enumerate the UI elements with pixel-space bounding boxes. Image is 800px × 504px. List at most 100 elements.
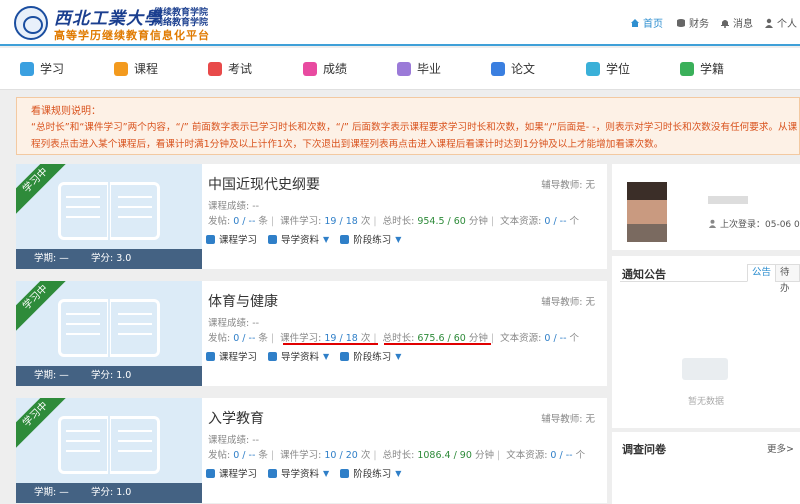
course-learn-button[interactable]: 课程学习	[206, 466, 257, 480]
score-icon	[303, 61, 317, 76]
stage-practice-label: 阶段练习	[353, 469, 392, 480]
last-login: 上次登录：05-06 09:00	[708, 217, 800, 230]
courseware-highlight-underline	[283, 343, 378, 345]
course-icon	[114, 61, 128, 76]
course-thumbnail[interactable]: 学习中 学期: — 学分: 1.0	[16, 281, 202, 386]
menu-item-score[interactable]: 成绩	[303, 60, 347, 77]
course-learn-button[interactable]: 课程学习	[206, 232, 257, 246]
course-card: 学习中 学期: — 学分: 3.0 中国近现代史纲要 辅导教师: 无 课程成绩:…	[16, 164, 607, 269]
platform-name: 高等学历继续教育信息化平台	[54, 29, 210, 42]
stage-practice-dropdown[interactable]: 阶段练习 ▼	[340, 232, 401, 246]
survey-more-link[interactable]: 更多>	[767, 441, 794, 455]
menu-item-exam-label: 考试	[228, 62, 253, 76]
chevron-down-icon: ▼	[323, 351, 330, 361]
nav-finance[interactable]: 财务	[676, 15, 709, 30]
menu-item-paper[interactable]: 论文	[491, 60, 535, 77]
nav-messages-label: 消息	[733, 19, 753, 30]
course-score: 课程成绩: --	[208, 318, 260, 329]
course-title[interactable]: 入学教育	[208, 408, 264, 428]
text-resource-value: 0 / --	[544, 216, 567, 227]
main-menu: 学习 课程 考试 成绩 毕业 论文 学位 学籍	[0, 48, 800, 90]
course-actions: 课程学习 导学资料 ▼ 阶段练习 ▼	[206, 349, 401, 363]
posts-unit: 条	[258, 333, 268, 344]
stage-practice-dropdown[interactable]: 阶段练习 ▼	[340, 466, 401, 480]
course-thumbnail[interactable]: 学习中 学期: — 学分: 3.0	[16, 164, 202, 269]
nav-finance-label: 财务	[689, 19, 709, 30]
courseware-value: 10 / 20	[324, 450, 358, 461]
menu-item-course[interactable]: 课程	[114, 60, 158, 77]
course-teacher: 辅导教师: 无	[541, 414, 595, 425]
course-meta-bar: 学期: — 学分: 1.0	[16, 366, 202, 386]
tab-announcements[interactable]: 公告	[747, 264, 777, 282]
course-card: 学习中 学期: — 学分: 1.0 入学教育 辅导教师: 无 课程成绩: -- …	[16, 398, 607, 503]
guide-materials-dropdown[interactable]: 导学资料 ▼	[268, 349, 329, 363]
chevron-down-icon: ▼	[395, 468, 402, 478]
empty-state-text: 暂无数据	[688, 397, 725, 407]
document-icon	[268, 234, 278, 244]
nav-home[interactable]: 首页	[630, 15, 663, 30]
menu-item-degree[interactable]: 学位	[586, 60, 630, 77]
notice-panel: 通知公告 公告 待办 暂无数据	[612, 256, 800, 428]
course-thumbnail[interactable]: 学习中 学期: — 学分: 1.0	[16, 398, 202, 503]
guide-materials-label: 导学资料	[281, 235, 320, 246]
viewing-rules-notice: 看课规则说明： “总时长”和“课件学习”两个内容，“/” 前面数字表示已学习时长…	[16, 97, 800, 155]
play-icon	[206, 468, 215, 478]
course-credit: 学分: 1.0	[91, 370, 132, 381]
course-stats: 发帖: 0 / -- 条 | 课件学习: 10 / 20 次 | 总时长: 1086…	[208, 450, 586, 461]
home-icon	[631, 18, 639, 27]
guide-materials-dropdown[interactable]: 导学资料 ▼	[268, 232, 329, 246]
courseware-value: 19 / 18	[324, 216, 358, 227]
play-icon	[206, 351, 215, 361]
menu-item-registry-label: 学籍	[700, 62, 725, 76]
edit-icon	[340, 234, 350, 244]
course-stats: 发帖: 0 / -- 条 | 课件学习: 19 / 18 次 | 总时长: 954.…	[208, 216, 580, 227]
user-name-redacted	[708, 196, 748, 204]
course-score: 课程成绩: --	[208, 435, 260, 446]
edit-icon	[340, 351, 350, 361]
study-icon	[20, 61, 34, 76]
course-score: 课程成绩: --	[208, 201, 260, 212]
text-resource-value: 0 / --	[544, 333, 567, 344]
nav-personal[interactable]: 个人	[764, 15, 797, 30]
course-learn-label: 课程学习	[219, 469, 258, 480]
document-icon	[268, 351, 278, 361]
course-card: 学习中 学期: — 学分: 1.0 体育与健康 辅导教师: 无 课程成绩: --…	[16, 281, 607, 386]
course-learn-label: 课程学习	[219, 235, 258, 246]
course-actions: 课程学习 导学资料 ▼ 阶段练习 ▼	[206, 466, 401, 480]
guide-materials-dropdown[interactable]: 导学资料 ▼	[268, 466, 329, 480]
menu-item-study[interactable]: 学习	[20, 60, 64, 77]
menu-item-exam[interactable]: 考试	[208, 60, 252, 77]
survey-title: 调查问卷	[622, 443, 666, 456]
course-title[interactable]: 中国近现代史纲要	[208, 174, 320, 194]
tab-pending[interactable]: 待办	[775, 264, 800, 294]
text-resource-unit: 个	[569, 216, 580, 227]
university-seal-logo[interactable]	[14, 6, 48, 40]
course-title[interactable]: 体育与健康	[208, 291, 278, 311]
courseware-unit: 次	[360, 450, 371, 461]
course-credit: 学分: 3.0	[91, 253, 132, 264]
course-actions: 课程学习 导学资料 ▼ 阶段练习 ▼	[206, 232, 401, 246]
text-resource-label: 文本资源:	[500, 216, 545, 227]
courseware-label: 课件学习:	[280, 450, 325, 461]
text-resource-unit: 个	[575, 450, 586, 461]
posts-value: 0 / --	[233, 450, 256, 461]
courseware-label: 课件学习:	[280, 216, 325, 227]
course-learn-button[interactable]: 课程学习	[206, 349, 257, 363]
menu-item-registry[interactable]: 学籍	[680, 60, 724, 77]
chevron-down-icon: ▼	[395, 351, 402, 361]
rules-text: “总时长”和“课件学习”两个内容，“/” 前面数字表示已学习时长和次数，“/” …	[31, 122, 798, 150]
nav-messages[interactable]: 消息	[720, 15, 753, 30]
menu-item-course-label: 课程	[134, 62, 159, 76]
guide-materials-label: 导学资料	[281, 469, 320, 480]
survey-panel: 调查问卷 更多>	[612, 432, 800, 504]
menu-item-score-label: 成绩	[323, 62, 348, 76]
chevron-down-icon: ▼	[323, 468, 330, 478]
avatar[interactable]	[627, 182, 667, 242]
menu-item-degree-label: 学位	[606, 62, 631, 76]
menu-item-graduation[interactable]: 毕业	[397, 60, 441, 77]
paper-icon	[491, 61, 505, 76]
text-resource-label: 文本资源:	[506, 450, 551, 461]
registry-icon	[680, 61, 694, 76]
stage-practice-dropdown[interactable]: 阶段练习 ▼	[340, 349, 401, 363]
profile-panel: 上次登录：05-06 09:00	[612, 164, 800, 250]
